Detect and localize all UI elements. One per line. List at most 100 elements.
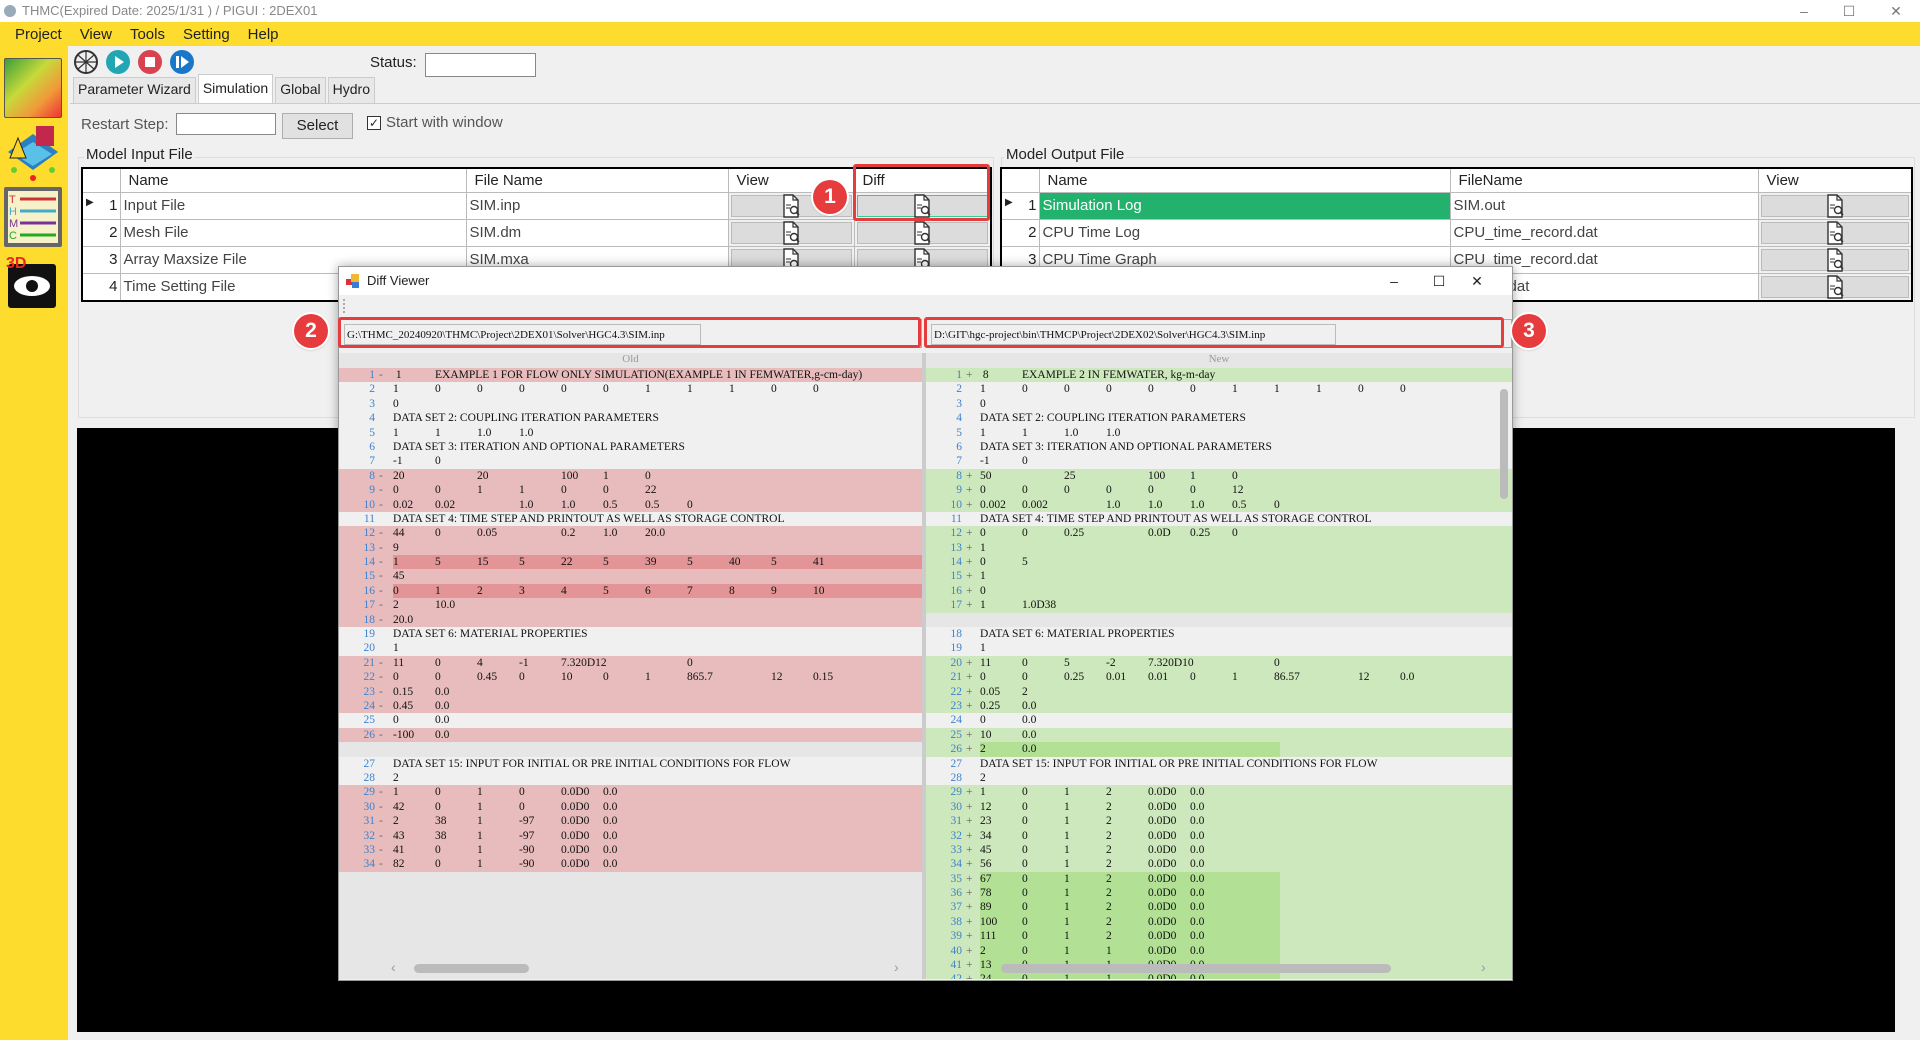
- change-marker: -: [379, 786, 383, 799]
- canvas-scrollbar[interactable]: [1895, 428, 1913, 1032]
- old-pane[interactable]: Old 1- 1 EXAMPLE 1 FOR FLOW ONLY SIMULAT…: [339, 353, 922, 979]
- line-number: 15: [363, 570, 376, 583]
- row-header-corner: [81, 167, 121, 193]
- diff-line-deleted: 18-20.0: [339, 612, 922, 628]
- change-marker: -: [379, 527, 383, 540]
- name-cell[interactable]: CPU Time Log: [1038, 218, 1451, 247]
- old-horizontal-scrollbar[interactable]: ‹ ›: [339, 959, 922, 975]
- menu-tools[interactable]: Tools: [121, 26, 174, 43]
- menu-view[interactable]: View: [71, 26, 121, 43]
- line-number: 16: [950, 584, 963, 597]
- select-button[interactable]: Select: [282, 113, 353, 139]
- table-row[interactable]: ▶ 1 Simulation Log SIM.out: [1000, 191, 1913, 220]
- diff-line: 27 DATA SET 15: INPUT FOR INITIAL OR PRE …: [339, 756, 922, 771]
- scroll-thumb[interactable]: [414, 964, 529, 973]
- name-cell[interactable]: Input File: [119, 191, 467, 220]
- stop-icon[interactable]: [137, 49, 163, 75]
- diff-viewer-app-icon: [346, 274, 359, 288]
- view-button[interactable]: [1760, 220, 1909, 245]
- line-number: 21: [950, 671, 963, 684]
- line-text: 0 5: [980, 556, 1028, 569]
- menu-setting[interactable]: Setting: [174, 26, 239, 43]
- diff-minimize-button[interactable]: –: [1374, 270, 1414, 292]
- file-cell[interactable]: CPU_time_record.dat: [1449, 218, 1759, 247]
- new-horizontal-scrollbar[interactable]: ›: [926, 959, 1512, 975]
- line-text: 2 38 1 -97 0.0D0 0.0: [393, 815, 618, 828]
- col-file-name[interactable]: FileName: [1449, 167, 1759, 193]
- diff-maximize-button[interactable]: ☐: [1419, 270, 1459, 292]
- scroll-right-icon[interactable]: ›: [894, 959, 899, 975]
- line-number: 8: [369, 469, 375, 482]
- status-label: Status:: [370, 54, 417, 71]
- diff-line-placeholder: [339, 742, 922, 757]
- tab-simulation[interactable]: Simulation: [197, 74, 274, 103]
- view-button[interactable]: [1760, 193, 1909, 218]
- change-marker: +: [966, 671, 973, 684]
- file-cell[interactable]: SIM.inp: [465, 191, 729, 220]
- run-icon[interactable]: [105, 49, 131, 75]
- new-vertical-scrollbar[interactable]: [1498, 371, 1510, 971]
- start-with-window-checkbox[interactable]: ✓: [367, 116, 381, 130]
- view-button[interactable]: [1760, 247, 1909, 272]
- diff-viewer-title: Diff Viewer: [367, 273, 430, 288]
- name-cell[interactable]: Mesh File: [119, 218, 467, 247]
- diff-line-deleted: 15-45: [339, 569, 922, 584]
- line-number: 7: [369, 455, 375, 468]
- change-marker: -: [379, 858, 383, 871]
- contour-map-icon[interactable]: [4, 58, 62, 118]
- line-text: 23 0 1 2 0.0D0 0.0: [980, 815, 1205, 828]
- diff-line-added: 37 +89 0 1 2 0.0D0 0.0: [926, 900, 1512, 915]
- change-marker: +: [966, 541, 973, 554]
- row-number: 2: [81, 218, 121, 247]
- line-number: 37: [950, 901, 963, 914]
- line-text: -1 0: [393, 455, 441, 468]
- tab-global[interactable]: Global: [275, 77, 326, 103]
- maximize-button[interactable]: ☐: [1829, 0, 1869, 22]
- line-number: 13: [363, 541, 376, 554]
- diff-line-deleted: 21-11 0 4 -1 7.320D12 0: [339, 655, 922, 671]
- line-number: 26: [950, 743, 963, 756]
- menu-project[interactable]: Project: [6, 26, 71, 43]
- view-button[interactable]: [1760, 274, 1909, 299]
- old-lines: 1- 1 EXAMPLE 1 FOR FLOW ONLY SIMULATION(…: [339, 368, 922, 872]
- close-button[interactable]: ✕: [1876, 0, 1916, 22]
- diff-line-deleted: 13-9: [339, 540, 922, 556]
- col-name[interactable]: Name: [119, 167, 467, 193]
- change-marker: -: [379, 685, 383, 698]
- diff-close-button[interactable]: ✕: [1457, 270, 1497, 292]
- line-text: 0.02 0.02 1.0 1.0 0.5 0.5 0: [393, 498, 693, 511]
- thmc-sliders-icon[interactable]: THMC: [4, 187, 62, 247]
- diff-line: 19 1: [926, 641, 1512, 656]
- line-number: 33: [363, 843, 376, 856]
- col-file-name[interactable]: File Name: [465, 167, 729, 193]
- scroll-left-icon[interactable]: ‹: [391, 959, 396, 975]
- restart-step-input[interactable]: [176, 113, 276, 135]
- name-cell[interactable]: Simulation Log: [1038, 191, 1451, 220]
- diff-viewer-title-bar: Diff Viewer – ☐ ✕: [339, 267, 1512, 295]
- table-row[interactable]: 2 CPU Time Log CPU_time_record.dat: [1000, 218, 1913, 247]
- menu-help[interactable]: Help: [239, 26, 288, 43]
- tab-parameter-wizard[interactable]: Parameter Wizard: [73, 77, 196, 103]
- step-run-icon[interactable]: [169, 49, 195, 75]
- table-row[interactable]: 2 Mesh File SIM.dm: [81, 218, 992, 247]
- mesh-sphere-icon[interactable]: [73, 49, 99, 75]
- scroll-thumb[interactable]: [1500, 389, 1508, 499]
- col-name[interactable]: Name: [1038, 167, 1451, 193]
- file-cell[interactable]: SIM.out: [1449, 191, 1759, 220]
- line-text: 45 0 1 2 0.0D0 0.0: [980, 843, 1205, 856]
- scroll-thumb[interactable]: [1001, 964, 1391, 973]
- diff-button[interactable]: [856, 220, 988, 245]
- mesh-3d-icon[interactable]: [4, 124, 62, 184]
- minimize-button[interactable]: –: [1784, 0, 1824, 22]
- new-pane[interactable]: New 1 + 8 EXAMPLE 2 IN FEMWATER, kg-m-day…: [926, 353, 1512, 979]
- scroll-right-icon[interactable]: ›: [1481, 959, 1486, 975]
- line-text: 41 0 1 -90 0.0D0 0.0: [393, 843, 618, 856]
- line-text: 10 0.0: [980, 728, 1037, 741]
- view-3d-eye-icon[interactable]: 3D: [4, 254, 62, 314]
- col-view[interactable]: View: [1757, 167, 1913, 193]
- file-cell[interactable]: SIM.dm: [465, 218, 729, 247]
- view-button[interactable]: [730, 220, 852, 245]
- tab-hydro[interactable]: Hydro: [327, 77, 376, 103]
- toolbar-grip: [343, 299, 345, 313]
- change-marker: -: [379, 800, 383, 813]
